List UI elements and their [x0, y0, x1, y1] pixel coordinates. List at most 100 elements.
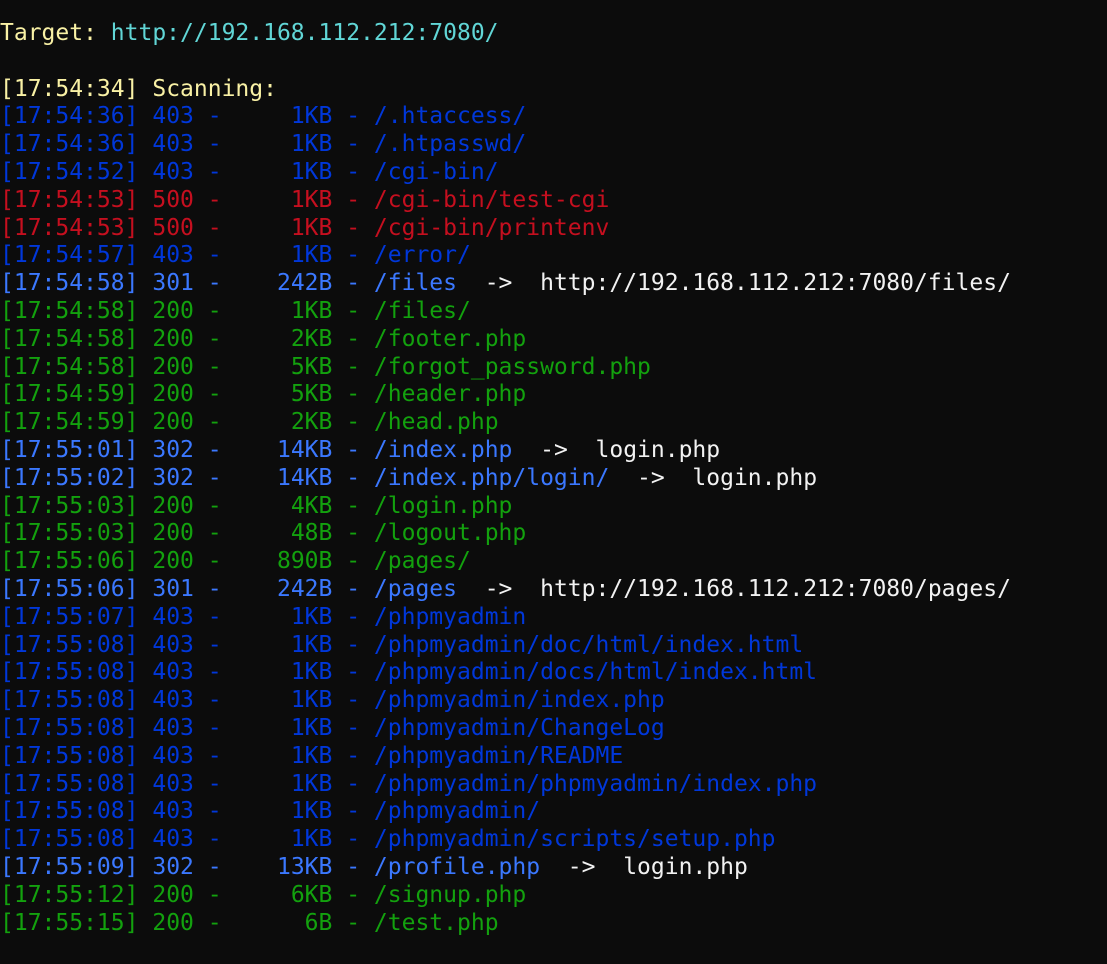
result-time: [17:54:52] — [0, 158, 139, 185]
result-main: [17:55:06] 301 - 242B - /pages — [0, 575, 458, 602]
result-size: 1KB — [290, 186, 333, 213]
result-path: /cgi-bin/ — [373, 158, 499, 185]
result-main: [17:54:36] 403 - 1KB - /.htaccess/ — [0, 103, 527, 130]
redirect-arrow: -> — [457, 575, 541, 602]
result-path: /pages/ — [373, 548, 471, 575]
result-status: 403 — [152, 131, 194, 158]
result-row: [17:55:08] 403 - 1KB - /phpmyadmin/phpmy… — [0, 771, 1107, 799]
result-size: 1KB — [290, 103, 333, 130]
result-status: 302 — [152, 464, 194, 491]
result-main: [17:54:58] 200 - 5KB - /forgot_password.… — [0, 353, 651, 380]
result-main: [17:54:58] 200 - 2KB - /footer.php — [0, 325, 527, 352]
terminal-window[interactable]: Target: http://192.168.112.212:7080/ [17… — [0, 0, 1107, 964]
result-main: [17:55:07] 403 - 1KB - /phpmyadmin — [0, 603, 527, 630]
result-size: 14KB — [276, 464, 333, 491]
result-row: [17:54:59] 200 - 5KB - /header.php — [0, 381, 1107, 409]
result-main: [17:55:08] 403 - 1KB - /phpmyadmin/index… — [0, 687, 665, 714]
result-time: [17:55:08] — [0, 631, 139, 658]
result-row: [17:54:58] 200 - 2KB - /footer.php — [0, 326, 1107, 354]
result-path: /phpmyadmin/phpmyadmin/index.php — [373, 770, 818, 797]
result-main: [17:54:59] 200 - 5KB - /header.php — [0, 381, 527, 408]
result-time: [17:54:58] — [0, 353, 139, 380]
result-main: [17:54:53] 500 - 1KB - /cgi-bin/test-cgi — [0, 186, 610, 213]
result-status: 200 — [152, 492, 194, 519]
result-time: [17:54:53] — [0, 214, 139, 241]
result-path: /signup.php — [373, 881, 527, 908]
result-path: /forgot_password.php — [373, 353, 651, 380]
result-status: 403 — [152, 603, 194, 630]
result-row: [17:55:08] 403 - 1KB - /phpmyadmin/ — [0, 798, 1107, 826]
result-path: /index.php/login/ — [373, 464, 610, 491]
result-time: [17:54:59] — [0, 381, 139, 408]
result-status: 200 — [152, 325, 194, 352]
result-size: 1KB — [290, 714, 333, 741]
redirect-arrow: -> — [457, 270, 541, 297]
result-path: /.htpasswd/ — [373, 131, 527, 158]
result-status: 301 — [152, 270, 194, 297]
result-path: /.htaccess/ — [373, 103, 527, 130]
result-status: 200 — [152, 297, 194, 324]
redirect-target: login.php — [692, 464, 818, 491]
result-row: [17:55:12] 200 - 6KB - /signup.php — [0, 882, 1107, 910]
redirect-target: login.php — [623, 853, 748, 880]
result-time: [17:54:36] — [0, 131, 139, 158]
result-path: /head.php — [373, 409, 499, 436]
target-url: http://192.168.112.212:7080/ — [110, 20, 499, 46]
result-status: 301 — [152, 575, 194, 602]
result-status: 302 — [152, 853, 194, 880]
result-time: [17:55:15] — [0, 909, 139, 936]
result-size: 14KB — [276, 436, 333, 463]
result-path: /profile.php — [373, 853, 541, 880]
result-size: 1KB — [290, 131, 333, 158]
result-main: [17:55:03] 200 - 4KB - /login.php — [0, 492, 513, 519]
result-main: [17:54:58] 301 - 242B - /files — [0, 270, 458, 297]
result-path: /pages — [373, 575, 458, 602]
result-path: /phpmyadmin/ — [373, 798, 541, 825]
result-row: [17:54:36] 403 - 1KB - /.htaccess/ — [0, 103, 1107, 131]
result-status: 302 — [152, 436, 194, 463]
result-main: [17:55:15] 200 - 6B - /test.php — [0, 909, 499, 936]
result-row: [17:55:01] 302 - 14KB - /index.php -> lo… — [0, 437, 1107, 465]
result-status: 403 — [152, 770, 194, 797]
redirect-arrow: -> — [540, 853, 624, 880]
result-path: /phpmyadmin — [373, 603, 527, 630]
result-size: 1KB — [290, 242, 333, 269]
result-size: 6B — [304, 909, 333, 936]
result-row: [17:54:57] 403 - 1KB - /error/ — [0, 242, 1107, 270]
result-path: /phpmyadmin/index.php — [373, 687, 665, 714]
result-row: [17:55:08] 403 - 1KB - /phpmyadmin/Chang… — [0, 715, 1107, 743]
result-main: [17:55:03] 200 - 48B - /logout.php — [0, 520, 527, 547]
result-time: [17:55:08] — [0, 659, 139, 686]
result-time: [17:55:12] — [0, 881, 139, 908]
result-path: /header.php — [373, 381, 527, 408]
result-time: [17:55:06] — [0, 575, 139, 602]
result-status: 200 — [152, 409, 194, 436]
result-path: /phpmyadmin/doc/html/index.html — [373, 631, 804, 658]
result-row: [17:55:15] 200 - 6B - /test.php — [0, 910, 1107, 938]
result-row: [17:54:53] 500 - 1KB - /cgi-bin/printenv — [0, 215, 1107, 243]
redirect-target: http://192.168.112.212:7080/pages/ — [540, 575, 1011, 602]
result-size: 13KB — [276, 853, 333, 880]
result-status: 500 — [152, 214, 194, 241]
redirect-arrow: -> — [609, 464, 693, 491]
result-size: 2KB — [290, 409, 333, 436]
result-time: [17:54:58] — [0, 270, 139, 297]
result-status: 403 — [152, 687, 194, 714]
result-time: [17:54:53] — [0, 186, 139, 213]
result-row: [17:54:58] 200 - 1KB - /files/ — [0, 298, 1107, 326]
result-row: [17:54:58] 200 - 5KB - /forgot_password.… — [0, 354, 1107, 382]
target-label: Target: — [0, 20, 97, 46]
results-list: [17:54:36] 403 - 1KB - /.htaccess/[17:54… — [0, 103, 1107, 937]
result-path: /phpmyadmin/docs/html/index.html — [373, 659, 818, 686]
scanning-time: [17:54:34] — [0, 75, 139, 102]
result-main: [17:55:08] 403 - 1KB - /phpmyadmin/doc/h… — [0, 631, 804, 658]
result-main: [17:55:09] 302 - 13KB - /profile.php — [0, 853, 541, 880]
result-size: 1KB — [290, 631, 333, 658]
result-time: [17:55:03] — [0, 492, 139, 519]
result-size: 1KB — [290, 158, 333, 185]
result-time: [17:54:58] — [0, 325, 139, 352]
result-size: 1KB — [290, 214, 333, 241]
result-row: [17:55:08] 403 - 1KB - /phpmyadmin/index… — [0, 687, 1107, 715]
redirect-target: login.php — [595, 436, 721, 463]
result-time: [17:54:59] — [0, 409, 139, 436]
